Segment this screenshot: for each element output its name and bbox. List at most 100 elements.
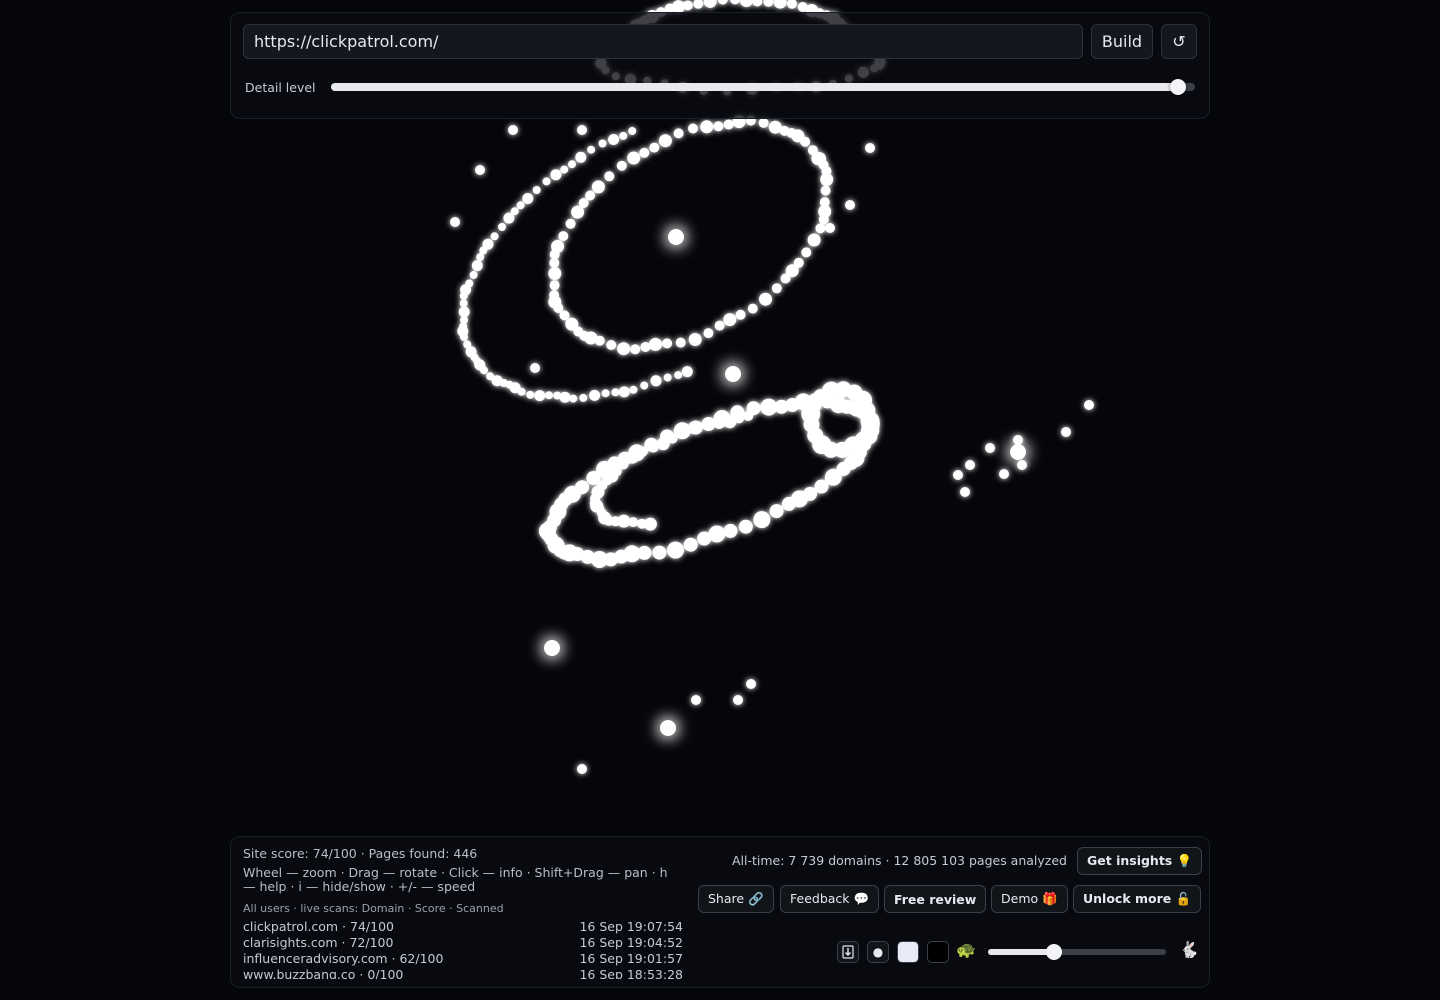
graph-node[interactable]: [780, 273, 791, 284]
graph-node[interactable]: [733, 695, 743, 705]
graph-node[interactable]: [616, 160, 627, 171]
graph-node[interactable]: [608, 134, 620, 145]
graph-node[interactable]: [548, 267, 562, 280]
graph-node[interactable]: [569, 394, 578, 403]
dot-mode-button[interactable]: ●: [867, 941, 889, 963]
graph-node[interactable]: [628, 127, 637, 135]
graph-node[interactable]: [486, 372, 495, 381]
graph-node[interactable]: [649, 142, 660, 153]
graph-node[interactable]: [649, 337, 662, 351]
graph-node[interactable]: [813, 152, 827, 166]
graph-node[interactable]: [450, 217, 460, 227]
graph-node[interactable]: [739, 0, 753, 7]
graph-node[interactable]: [465, 279, 474, 288]
graph-node[interactable]: [559, 391, 571, 403]
graph-node[interactable]: [743, 411, 754, 421]
graph-node[interactable]: [681, 366, 693, 378]
graph-node[interactable]: [526, 390, 535, 399]
graph-node[interactable]: [532, 186, 541, 194]
feedback-button[interactable]: Feedback 💬: [780, 885, 880, 913]
graph-node[interactable]: [682, 0, 693, 11]
graph-node[interactable]: [677, 427, 688, 438]
graph-node[interactable]: [746, 679, 756, 689]
speed-thumb[interactable]: [1045, 944, 1062, 960]
graph-node[interactable]: [510, 207, 519, 216]
graph-node[interactable]: [759, 292, 772, 306]
graph-node[interactable]: [674, 371, 683, 380]
graph-node[interactable]: [463, 340, 472, 349]
graph-node[interactable]: [814, 479, 829, 494]
graph-node[interactable]: [1017, 460, 1027, 470]
graph-hub-nodes[interactable]: [544, 229, 1026, 736]
graph-node[interactable]: [668, 229, 684, 245]
graph-node[interactable]: [960, 487, 970, 497]
graph-node[interactable]: [687, 421, 701, 435]
graph-node[interactable]: [606, 340, 617, 350]
light-theme-swatch[interactable]: [897, 941, 919, 963]
graph-node[interactable]: [697, 531, 712, 546]
graph-node[interactable]: [752, 0, 763, 7]
demo-button[interactable]: Demo 🎁: [991, 885, 1068, 913]
graph-node[interactable]: [965, 460, 975, 470]
graph-node[interactable]: [618, 459, 629, 470]
graph-node[interactable]: [667, 541, 684, 559]
graph-node[interactable]: [629, 385, 638, 394]
graph-node[interactable]: [577, 764, 587, 774]
graph-node[interactable]: [714, 320, 725, 331]
graph-node[interactable]: [560, 165, 569, 174]
graph-node[interactable]: [589, 389, 601, 401]
graph-node[interactable]: [458, 306, 470, 318]
graph-node[interactable]: [544, 640, 560, 656]
graph-node[interactable]: [587, 145, 596, 154]
graph-node[interactable]: [640, 342, 651, 352]
graph-node[interactable]: [534, 390, 546, 402]
detail-level-thumb[interactable]: [1169, 79, 1186, 95]
graph-node[interactable]: [769, 504, 784, 519]
graph-node[interactable]: [787, 0, 797, 9]
graph-node[interactable]: [630, 344, 641, 355]
graph-node[interactable]: [625, 450, 639, 464]
graph-node[interactable]: [568, 160, 576, 169]
graph-node[interactable]: [627, 151, 641, 165]
graph-node[interactable]: [1010, 444, 1026, 460]
graph-node[interactable]: [702, 420, 712, 431]
graph-node[interactable]: [815, 223, 826, 234]
graph-node[interactable]: [820, 185, 831, 196]
graph-node[interactable]: [717, 0, 728, 5]
graph-node[interactable]: [723, 313, 737, 327]
graph-node[interactable]: [550, 169, 562, 181]
graph-node[interactable]: [688, 123, 698, 134]
graph-node[interactable]: [577, 125, 587, 135]
graph-node[interactable]: [639, 147, 650, 158]
graph-node[interactable]: [611, 388, 620, 397]
graph-node[interactable]: [747, 303, 758, 314]
graph-node[interactable]: [617, 342, 631, 356]
graph-node[interactable]: [820, 173, 834, 186]
graph-node[interactable]: [758, 117, 769, 128]
graph-node[interactable]: [658, 134, 672, 148]
graph-node[interactable]: [619, 131, 628, 140]
build-button[interactable]: Build: [1091, 24, 1153, 59]
graph-node[interactable]: [753, 511, 771, 529]
graph-node[interactable]: [585, 190, 596, 201]
graph-node[interactable]: [865, 143, 875, 153]
url-input[interactable]: [243, 24, 1083, 59]
detail-level-slider[interactable]: [331, 79, 1195, 95]
graph-node[interactable]: [545, 391, 553, 400]
graph-node[interactable]: [637, 446, 648, 457]
list-item[interactable]: www.buzzbang.co · 0/100 16 Sep 18:53:28: [243, 967, 683, 979]
graph-node[interactable]: [693, 0, 704, 9]
graph-node[interactable]: [558, 231, 569, 242]
graph-node[interactable]: [640, 381, 649, 390]
graph-node[interactable]: [652, 545, 667, 560]
unlock-more-button[interactable]: Unlock more 🔓: [1073, 885, 1202, 913]
graph-node[interactable]: [985, 443, 995, 453]
graph-node[interactable]: [508, 125, 518, 135]
graph-node[interactable]: [800, 136, 811, 147]
graph-node[interactable]: [730, 0, 740, 5]
graph-node[interactable]: [530, 363, 540, 373]
share-button[interactable]: Share 🔗: [698, 885, 774, 913]
graph-node[interactable]: [673, 128, 684, 139]
graph-node[interactable]: [771, 283, 782, 294]
graph-node[interactable]: [773, 0, 787, 9]
